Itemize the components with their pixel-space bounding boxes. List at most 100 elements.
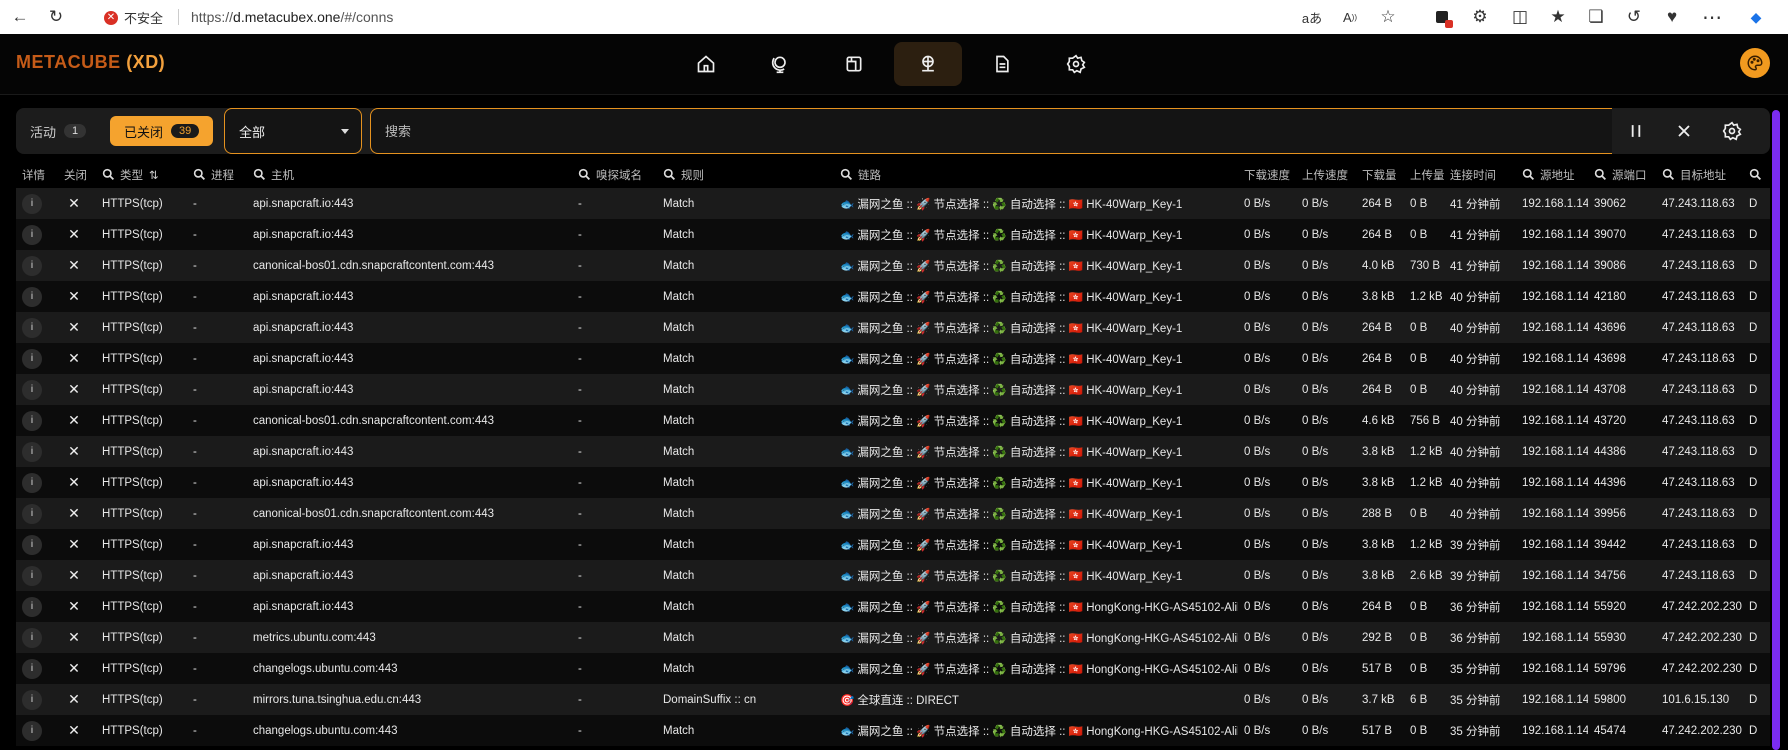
col-upload[interactable]: 上传量 <box>1404 161 1444 188</box>
info-icon[interactable]: i <box>22 348 42 369</box>
more-menu-icon[interactable]: ⋯ <box>1700 5 1724 29</box>
close-icon[interactable]: ✕ <box>64 411 84 431</box>
search-icon[interactable] <box>253 168 266 181</box>
nav-config[interactable] <box>1042 42 1110 86</box>
table-row[interactable]: i ✕ HTTPS(tcp) - canonical-bos01.cdn.snapcra… <box>16 405 1770 436</box>
browser-essentials-icon[interactable]: ♥ <box>1660 5 1684 29</box>
filter-select[interactable]: 全部 <box>224 108 362 154</box>
table-row[interactable]: i ✕ HTTPS(tcp) - api.snapcraft.io:443 - Match 🐟… <box>16 188 1770 219</box>
split-screen-icon[interactable]: ◫ <box>1508 5 1532 29</box>
favorites-icon[interactable]: ★ <box>1546 5 1570 29</box>
col-type[interactable]: 类型 ⇅ <box>96 161 187 188</box>
col-ul-speed[interactable]: 上传速度 <box>1296 161 1356 188</box>
close-icon[interactable]: ✕ <box>64 225 84 245</box>
nav-logs[interactable] <box>968 42 1036 86</box>
tab-active[interactable]: 活动 1 <box>16 116 100 146</box>
search-icon[interactable] <box>1749 168 1762 181</box>
nav-connections[interactable] <box>894 42 962 86</box>
info-icon[interactable]: i <box>22 596 42 617</box>
back-arrow-icon[interactable]: ← <box>8 5 32 29</box>
nav-overview[interactable] <box>672 42 740 86</box>
search-input[interactable] <box>370 108 1612 154</box>
col-close[interactable]: 关闭 <box>58 161 96 188</box>
info-icon[interactable]: i <box>22 410 42 431</box>
table-row[interactable]: i ✕ HTTPS(tcp) - api.snapcraft.io:443 - Match 🐟… <box>16 374 1770 405</box>
close-icon[interactable]: ✕ <box>64 628 84 648</box>
info-icon[interactable]: i <box>22 317 42 338</box>
col-process[interactable]: 进程 <box>187 161 247 188</box>
info-icon[interactable]: i <box>22 379 42 400</box>
table-row[interactable]: i ✕ HTTPS(tcp) - api.snapcraft.io:443 - Match 🐟… <box>16 529 1770 560</box>
table-row[interactable]: i ✕ HTTPS(tcp) - mirrors.tuna.tsinghua.edu.c… <box>16 684 1770 715</box>
tab-closed[interactable]: 已关闭 39 <box>110 116 214 146</box>
col-sniff[interactable]: 嗅探域名 <box>572 161 657 188</box>
table-row[interactable]: i ✕ HTTPS(tcp) - api.snapcraft.io:443 - Match 🐟… <box>16 467 1770 498</box>
close-icon[interactable]: ✕ <box>64 597 84 617</box>
table-row[interactable]: i ✕ HTTPS(tcp) - api.snapcraft.io:443 - Match 🐟… <box>16 436 1770 467</box>
close-icon[interactable]: ✕ <box>64 349 84 369</box>
copilot-icon[interactable]: ◆ <box>1744 5 1768 29</box>
extensions-puzzle-icon[interactable]: ⚙ <box>1468 5 1492 29</box>
nav-rules[interactable] <box>820 42 888 86</box>
col-dl-speed[interactable]: 下载速度 <box>1238 161 1296 188</box>
col-details[interactable]: 详情 <box>16 161 58 188</box>
info-icon[interactable]: i <box>22 627 42 648</box>
col-dst-ip[interactable]: 目标地址 <box>1656 161 1743 188</box>
close-icon[interactable]: ✕ <box>64 256 84 276</box>
col-more[interactable] <box>1743 161 1770 188</box>
table-row[interactable]: i ✕ HTTPS(tcp) - api.snapcraft.io:443 - Match 🐟… <box>16 312 1770 343</box>
app-logo[interactable]: METACUBE (XD) <box>16 52 165 73</box>
search-icon[interactable] <box>663 168 676 181</box>
search-icon[interactable] <box>840 168 853 181</box>
close-all-button[interactable] <box>1668 115 1700 147</box>
favorite-star-icon[interactable]: ☆ <box>1376 5 1400 29</box>
col-src-port[interactable]: 源端口 <box>1588 161 1656 188</box>
col-chain[interactable]: 链路 <box>834 161 1238 188</box>
search-icon[interactable] <box>102 168 115 181</box>
table-row[interactable]: i ✕ HTTPS(tcp) - canonical-bos01.cdn.snapcra… <box>16 498 1770 529</box>
info-icon[interactable]: i <box>22 286 42 307</box>
table-row[interactable]: i ✕ HTTPS(tcp) - changelogs.ubuntu.com:443 - M… <box>16 653 1770 684</box>
info-icon[interactable]: i <box>22 255 42 276</box>
close-icon[interactable]: ✕ <box>64 659 84 679</box>
close-icon[interactable]: ✕ <box>64 442 84 462</box>
search-icon[interactable] <box>1594 168 1607 181</box>
table-row[interactable]: i ✕ HTTPS(tcp) - canonical-bos01.cdn.snapcra… <box>16 250 1770 281</box>
close-icon[interactable]: ✕ <box>64 287 84 307</box>
info-icon[interactable]: i <box>22 689 42 710</box>
info-icon[interactable]: i <box>22 193 42 214</box>
reload-icon[interactable]: ↻ <box>44 5 68 29</box>
close-icon[interactable]: ✕ <box>64 721 84 741</box>
col-src-ip[interactable]: 源地址 <box>1516 161 1588 188</box>
table-row[interactable]: i ✕ HTTPS(tcp) - changelogs.ubuntu.com:443 - M… <box>16 715 1770 746</box>
search-icon[interactable] <box>1662 168 1675 181</box>
table-row[interactable]: i ✕ HTTPS(tcp) - api.snapcraft.io:443 - Match 🐟… <box>16 560 1770 591</box>
security-indicator[interactable]: ✕ 不安全 <box>104 8 163 27</box>
close-icon[interactable]: ✕ <box>64 566 84 586</box>
info-icon[interactable]: i <box>22 441 42 462</box>
table-settings-button[interactable] <box>1716 115 1748 147</box>
col-rule[interactable]: 规则 <box>657 161 834 188</box>
address-bar[interactable]: https://d.metacubex.one/#/conns <box>191 9 393 25</box>
close-icon[interactable]: ✕ <box>64 535 84 555</box>
table-row[interactable]: i ✕ HTTPS(tcp) - api.snapcraft.io:443 - Match 🐟… <box>16 591 1770 622</box>
read-aloud-icon[interactable]: aあ <box>1300 5 1324 29</box>
table-row[interactable]: i ✕ HTTPS(tcp) - api.snapcraft.io:443 - Match 🐟… <box>16 219 1770 250</box>
nav-proxies[interactable] <box>746 42 814 86</box>
table-row[interactable]: i ✕ HTTPS(tcp) - metrics.ubuntu.com:443 - Matc… <box>16 622 1770 653</box>
close-icon[interactable]: ✕ <box>64 380 84 400</box>
col-download[interactable]: 下载量 <box>1356 161 1404 188</box>
close-icon[interactable]: ✕ <box>64 504 84 524</box>
history-icon[interactable]: ↺ <box>1622 5 1646 29</box>
info-icon[interactable]: i <box>22 224 42 245</box>
info-icon[interactable]: i <box>22 472 42 493</box>
collections-icon[interactable]: ❏ <box>1584 5 1608 29</box>
info-icon[interactable]: i <box>22 658 42 679</box>
table-row[interactable]: i ✕ HTTPS(tcp) - api.snapcraft.io:443 - Match 🐟… <box>16 343 1770 374</box>
info-icon[interactable]: i <box>22 720 42 741</box>
col-time[interactable]: 连接时间 <box>1444 161 1516 188</box>
info-icon[interactable]: i <box>22 565 42 586</box>
table-row[interactable]: i ✕ HTTPS(tcp) - api.snapcraft.io:443 - Match 🐟… <box>16 281 1770 312</box>
sort-descending-icon[interactable]: ⇅ <box>149 168 159 182</box>
info-icon[interactable]: i <box>22 503 42 524</box>
